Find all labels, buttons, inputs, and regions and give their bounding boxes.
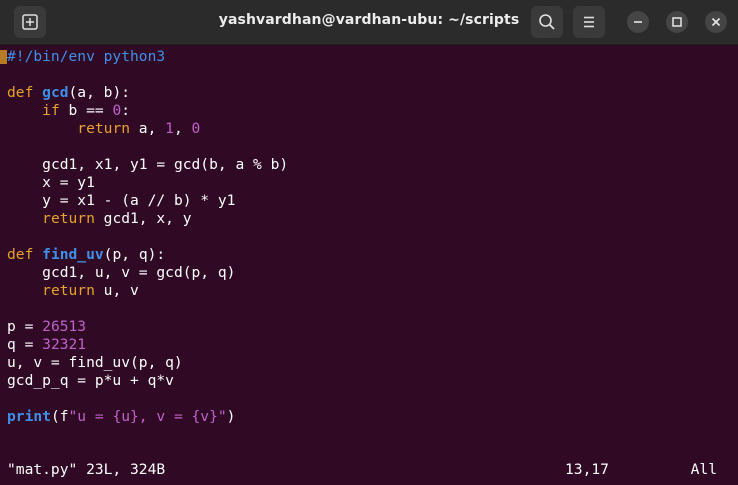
maximize-button[interactable] (666, 11, 688, 33)
code-text: : (121, 102, 131, 119)
minimize-button[interactable] (627, 11, 649, 33)
builtin-function: print (7, 408, 51, 425)
code-text: ) (226, 408, 236, 425)
code-text: (p, q): (103, 246, 166, 263)
keyword: return (42, 282, 95, 299)
vim-status-line: "mat.py" 23L, 324B 13,17 All (7, 461, 731, 479)
code-text: (f (50, 408, 69, 425)
number-literal: 26513 (42, 318, 87, 335)
number-literal: 0 (191, 120, 201, 137)
search-button[interactable] (531, 6, 563, 38)
number-literal: 0 (112, 102, 122, 119)
code-text: (a, b): (68, 84, 131, 101)
code-line-13: gcd1, u, v = gcd(p, q) (7, 264, 235, 282)
code-line-5: return a, 1, 0 (7, 120, 200, 138)
status-file-info: "mat.py" 23L, 324B (7, 461, 166, 478)
keyword: if (42, 102, 60, 119)
close-button[interactable] (705, 11, 727, 33)
status-scroll-indicator: All (690, 461, 717, 478)
code-text: u, v (94, 282, 139, 299)
keyword: return (42, 210, 95, 227)
code-line-9: y = x1 - (a // b) * y1 (7, 192, 235, 210)
code-text: gcd1, x1, y1 = gcd(b, a % b) (42, 156, 289, 173)
number-literal: 1 (165, 120, 174, 137)
code-text: gcd1, x, y (94, 210, 192, 227)
code-line-21: print(f"u = {u}, v = {v}") (7, 408, 235, 426)
code-line-14: return u, v (7, 282, 139, 300)
code-text: b == (59, 102, 113, 119)
title-bar: yashvardhan@vardhan-ubu: ~/scripts (0, 0, 738, 45)
function-name: gcd (42, 84, 69, 101)
code-text: u, v = find_uv(p, q) (7, 354, 183, 371)
close-icon (711, 17, 721, 27)
code-line-19: gcd_p_q = p*u + q*v (7, 372, 174, 390)
menu-button[interactable] (573, 6, 605, 38)
vim-editor[interactable]: #!/bin/env python3 def gcd(a, b): if b =… (0, 45, 738, 485)
search-icon (539, 14, 555, 30)
code-line-1: #!/bin/env python3 (7, 48, 165, 66)
code-line-4: if b == 0: (7, 102, 130, 120)
terminal-window: yashvardhan@vardhan-ubu: ~/scripts #!/bi… (0, 0, 738, 485)
code-text: x = y1 (42, 174, 95, 191)
keyword: def (7, 246, 34, 263)
cursor-marker (0, 50, 7, 64)
shebang-comment: #!/bin/env python3 (7, 48, 166, 65)
code-line-10: return gcd1, x, y (7, 210, 192, 228)
code-line-8: x = y1 (7, 174, 95, 192)
maximize-icon (672, 17, 682, 27)
string-literal: "u = {u}, v = {v}" (68, 408, 227, 425)
code-line-17: q = 32321 (7, 336, 86, 354)
code-text: gcd1, u, v = gcd(p, q) (42, 264, 236, 281)
number-literal: 32321 (42, 336, 87, 353)
function-name: find_uv (42, 246, 104, 263)
code-line-18: u, v = find_uv(p, q) (7, 354, 183, 372)
hamburger-menu-icon (584, 16, 594, 28)
code-line-12: def find_uv(p, q): (7, 246, 165, 264)
code-text: , (173, 120, 192, 137)
code-text: a, (130, 120, 166, 137)
code-text: q = (7, 336, 43, 353)
code-line-7: gcd1, x1, y1 = gcd(b, a % b) (7, 156, 288, 174)
code-line-16: p = 26513 (7, 318, 86, 336)
code-text: y = x1 - (a // b) * y1 (42, 192, 236, 209)
code-line-3: def gcd(a, b): (7, 84, 130, 102)
code-text: gcd_p_q = p*u + q*v (7, 372, 174, 389)
status-cursor-position: 13,17 (565, 461, 609, 478)
minimize-icon (634, 21, 642, 23)
keyword: return (77, 120, 131, 137)
code-text: p = (7, 318, 43, 335)
keyword: def (7, 84, 34, 101)
